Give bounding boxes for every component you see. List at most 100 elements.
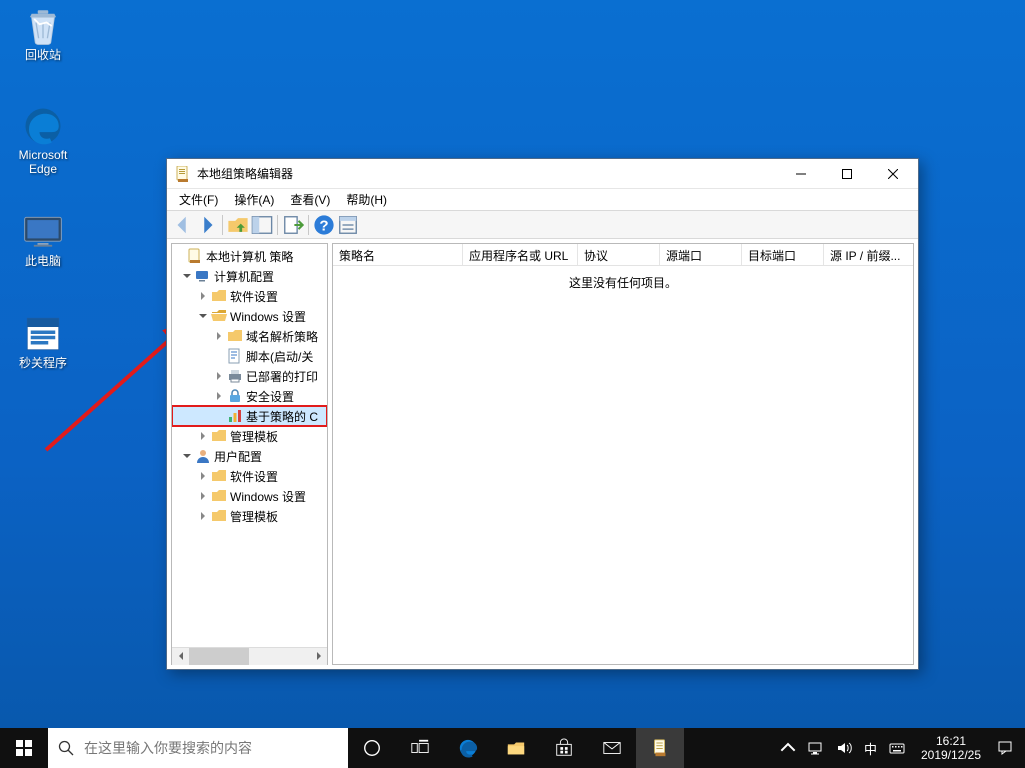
policy-root-icon (186, 248, 204, 264)
tree-pane: 本地计算机 策略 计算机配置 软件设置 (171, 243, 328, 665)
task-file-explorer[interactable] (492, 728, 540, 768)
menu-help[interactable]: 帮助(H) (338, 189, 395, 210)
scroll-left-icon[interactable] (172, 648, 189, 665)
empty-message: 这里没有任何项目。 (333, 274, 913, 291)
column-app-url[interactable]: 应用程序名或 URL (463, 244, 578, 265)
desktop-icon-shutdown-app[interactable]: 秒关程序 (6, 314, 80, 370)
tray-keyboard-icon[interactable] (883, 728, 911, 768)
folder-icon (210, 508, 228, 524)
tree-scripts[interactable]: 脚本(启动/关 (172, 346, 327, 366)
system-tray: 中 16:21 2019/12/25 (774, 728, 1025, 768)
column-protocol[interactable]: 协议 (578, 244, 660, 265)
maximize-button[interactable] (824, 159, 870, 188)
tree-software-settings[interactable]: 软件设置 (172, 286, 327, 306)
chevron-right-icon[interactable] (196, 472, 210, 480)
task-store[interactable] (540, 728, 588, 768)
toolbar-sep-3 (308, 215, 309, 235)
tray-ime[interactable]: 中 (858, 728, 883, 768)
tree-user-software-settings-label: 软件设置 (228, 468, 278, 485)
tree-user-windows-settings[interactable]: Windows 设置 (172, 486, 327, 506)
column-source-port[interactable]: 源端口 (660, 244, 742, 265)
shutdown-app-label: 秒关程序 (6, 356, 80, 370)
chevron-right-icon[interactable] (196, 292, 210, 300)
printer-icon (226, 368, 244, 384)
desktop-icon-recycle-bin[interactable]: 回收站 (6, 6, 80, 62)
scroll-thumb[interactable] (189, 648, 249, 665)
folder-icon (210, 468, 228, 484)
start-button[interactable] (0, 728, 48, 768)
chevron-right-icon[interactable] (196, 432, 210, 440)
computer-config-icon (194, 268, 212, 284)
chevron-right-icon[interactable] (212, 332, 226, 340)
edge-icon (19, 106, 67, 146)
scroll-right-icon[interactable] (310, 648, 327, 665)
chevron-down-icon[interactable] (196, 312, 210, 320)
tree-windows-settings[interactable]: Windows 设置 (172, 306, 327, 326)
menu-view[interactable]: 查看(V) (282, 189, 338, 210)
menu-file[interactable]: 文件(F) (171, 189, 226, 210)
tree-admin-templates-label: 管理模板 (228, 428, 278, 445)
task-gpedit[interactable] (636, 728, 684, 768)
tray-show-hidden[interactable] (774, 728, 802, 768)
tree-computer-config[interactable]: 计算机配置 (172, 266, 327, 286)
tray-action-center[interactable] (991, 728, 1019, 768)
edge-label-1: Microsoft (6, 148, 80, 162)
column-source-ip[interactable]: 源 IP / 前缀... (824, 244, 913, 265)
column-policy-name[interactable]: 策略名 (333, 244, 463, 265)
tree-user-windows-settings-label: Windows 设置 (228, 488, 306, 505)
chevron-right-icon[interactable] (196, 492, 210, 500)
menu-action[interactable]: 操作(A) (226, 189, 282, 210)
this-pc-label: 此电脑 (6, 254, 80, 268)
close-button[interactable] (870, 159, 916, 188)
column-dest-port[interactable]: 目标端口 (742, 244, 824, 265)
tree-security-settings[interactable]: 安全设置 (172, 386, 327, 406)
tree-dns-policy[interactable]: 域名解析策略 (172, 326, 327, 346)
titlebar[interactable]: 本地组策略编辑器 (167, 159, 918, 189)
tree-computer-config-label: 计算机配置 (212, 268, 274, 285)
toolbar-show-hide[interactable] (250, 213, 274, 237)
tray-network-icon[interactable] (802, 728, 830, 768)
tree-printers-label: 已部署的打印 (244, 368, 318, 385)
tree-hscrollbar[interactable] (172, 647, 327, 664)
tree-user-admin-templates[interactable]: 管理模板 (172, 506, 327, 526)
chevron-down-icon[interactable] (180, 452, 194, 460)
menubar: 文件(F) 操作(A) 查看(V) 帮助(H) (167, 189, 918, 211)
chevron-right-icon[interactable] (196, 512, 210, 520)
qos-icon (226, 408, 244, 424)
taskbar-search[interactable]: 在这里输入你要搜索的内容 (48, 728, 348, 768)
tree-root-label: 本地计算机 策略 (204, 248, 293, 265)
chevron-down-icon[interactable] (180, 272, 194, 280)
task-mail[interactable] (588, 728, 636, 768)
tray-volume-icon[interactable] (830, 728, 858, 768)
this-pc-icon (19, 212, 67, 252)
toolbar-back[interactable] (171, 213, 195, 237)
tree-user-config[interactable]: 用户配置 (172, 446, 327, 466)
tree-printers[interactable]: 已部署的打印 (172, 366, 327, 386)
desktop-icon-this-pc[interactable]: 此电脑 (6, 212, 80, 268)
task-cortana[interactable] (348, 728, 396, 768)
tree-root[interactable]: 本地计算机 策略 (172, 246, 327, 266)
task-edge[interactable] (444, 728, 492, 768)
list-header: 策略名 应用程序名或 URL 协议 源端口 目标端口 源 IP / 前缀... (333, 244, 913, 266)
list-body[interactable]: 这里没有任何项目。 (333, 266, 913, 664)
toolbar-export[interactable] (281, 213, 305, 237)
task-taskview[interactable] (396, 728, 444, 768)
folder-icon (210, 488, 228, 504)
chevron-right-icon[interactable] (212, 392, 226, 400)
chevron-right-icon[interactable] (212, 372, 226, 380)
toolbar-properties[interactable] (336, 213, 360, 237)
clock-time: 16:21 (936, 734, 966, 748)
tray-clock[interactable]: 16:21 2019/12/25 (911, 734, 991, 762)
edge-label-2: Edge (6, 162, 80, 176)
taskbar: 在这里输入你要搜索的内容 中 16:21 2019/12/25 (0, 728, 1025, 768)
recycle-bin-icon (19, 6, 67, 46)
toolbar-forward[interactable] (195, 213, 219, 237)
tree-qos-policy[interactable]: 基于策略的 C (172, 406, 327, 426)
tree-admin-templates[interactable]: 管理模板 (172, 426, 327, 446)
toolbar-up[interactable] (226, 213, 250, 237)
toolbar-help[interactable]: ? (312, 213, 336, 237)
minimize-button[interactable] (778, 159, 824, 188)
tree-user-software-settings[interactable]: 软件设置 (172, 466, 327, 486)
desktop-icon-edge[interactable]: Microsoft Edge (6, 106, 80, 176)
recycle-bin-label: 回收站 (6, 48, 80, 62)
